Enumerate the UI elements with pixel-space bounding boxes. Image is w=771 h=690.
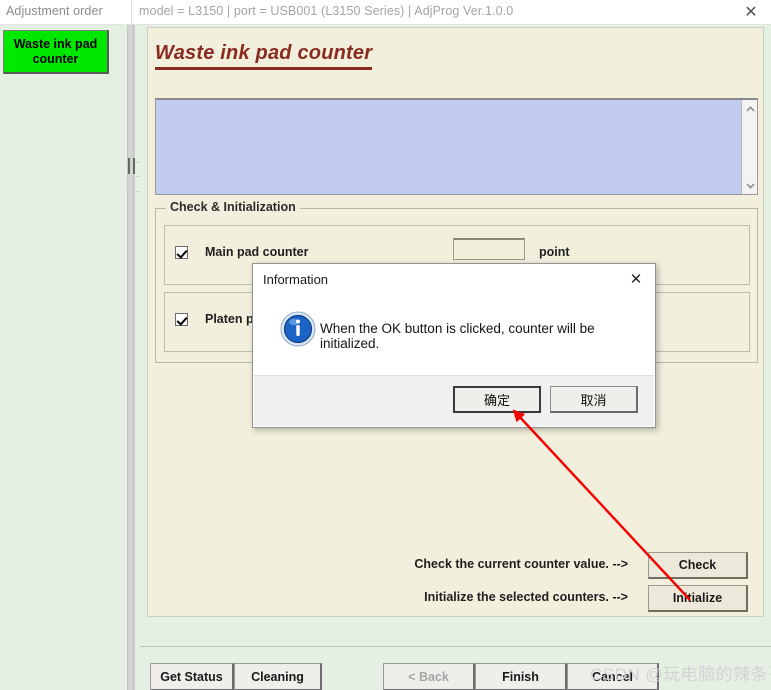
- sidebar: Waste ink pad counter: [0, 25, 126, 690]
- log-output-box[interactable]: [155, 98, 758, 195]
- info-icon: [280, 311, 316, 347]
- toolbar-divider: [140, 646, 771, 647]
- initialize-action-label: Initialize the selected counters. -->: [424, 590, 628, 604]
- window-title: model = L3150 | port = USB001 (L3150 Ser…: [139, 4, 514, 18]
- chevron-down-icon: [745, 182, 755, 189]
- main-pad-counter-input[interactable]: [453, 238, 525, 260]
- dialog-title: Information: [263, 272, 329, 287]
- vertical-splitter[interactable]: [126, 25, 140, 690]
- cleaning-button[interactable]: Cleaning: [234, 663, 322, 690]
- main-pad-counter-unit: point: [539, 245, 570, 259]
- check-action-label: Check the current counter value. -->: [414, 557, 628, 571]
- splitter-tick-bottom: [126, 191, 140, 192]
- main-pad-counter-label: Main pad counter: [205, 245, 309, 259]
- dialog-body: When the OK button is clicked, counter w…: [253, 298, 655, 378]
- back-button[interactable]: < Back: [383, 663, 475, 690]
- title-bar: Adjustment order model = L3150 | port = …: [0, 0, 771, 25]
- initialize-button[interactable]: Initialize: [648, 585, 748, 612]
- platen-pad-counter-checkbox[interactable]: [175, 313, 188, 326]
- dialog-close-icon[interactable]: ✕: [621, 267, 651, 291]
- sidebar-header-label: Adjustment order: [6, 4, 103, 18]
- finish-button[interactable]: Finish: [475, 663, 567, 690]
- splitter-tick-mid: [126, 176, 140, 177]
- dialog-ok-button[interactable]: 确定: [453, 386, 541, 413]
- log-scrollbar[interactable]: [741, 100, 757, 194]
- sidebar-item-waste-ink-pad-counter[interactable]: Waste ink pad counter: [3, 30, 109, 74]
- dialog-message: When the OK button is clicked, counter w…: [320, 321, 595, 351]
- titlebar-divider: [131, 0, 132, 25]
- close-icon[interactable]: ✕: [737, 1, 765, 23]
- dialog-footer: 确定 取消: [254, 375, 654, 426]
- get-status-button[interactable]: Get Status: [150, 663, 234, 690]
- watermark-text: CSDN @玩电脑的辣条哥: [590, 665, 771, 684]
- splitter-grip-handle[interactable]: [127, 158, 139, 174]
- main-pad-counter-checkbox[interactable]: [175, 246, 188, 259]
- scroll-down-icon[interactable]: [742, 177, 758, 194]
- check-button[interactable]: Check: [648, 552, 748, 579]
- scroll-up-icon[interactable]: [742, 100, 758, 117]
- app-window: Adjustment order model = L3150 | port = …: [0, 0, 771, 690]
- group-legend: Check & Initialization: [166, 200, 300, 214]
- chevron-up-icon: [745, 105, 755, 112]
- dialog-cancel-button[interactable]: 取消: [550, 386, 638, 413]
- page-title: Waste ink pad counter: [155, 42, 373, 70]
- information-dialog: Information ✕ When the OK button is clic…: [252, 263, 656, 428]
